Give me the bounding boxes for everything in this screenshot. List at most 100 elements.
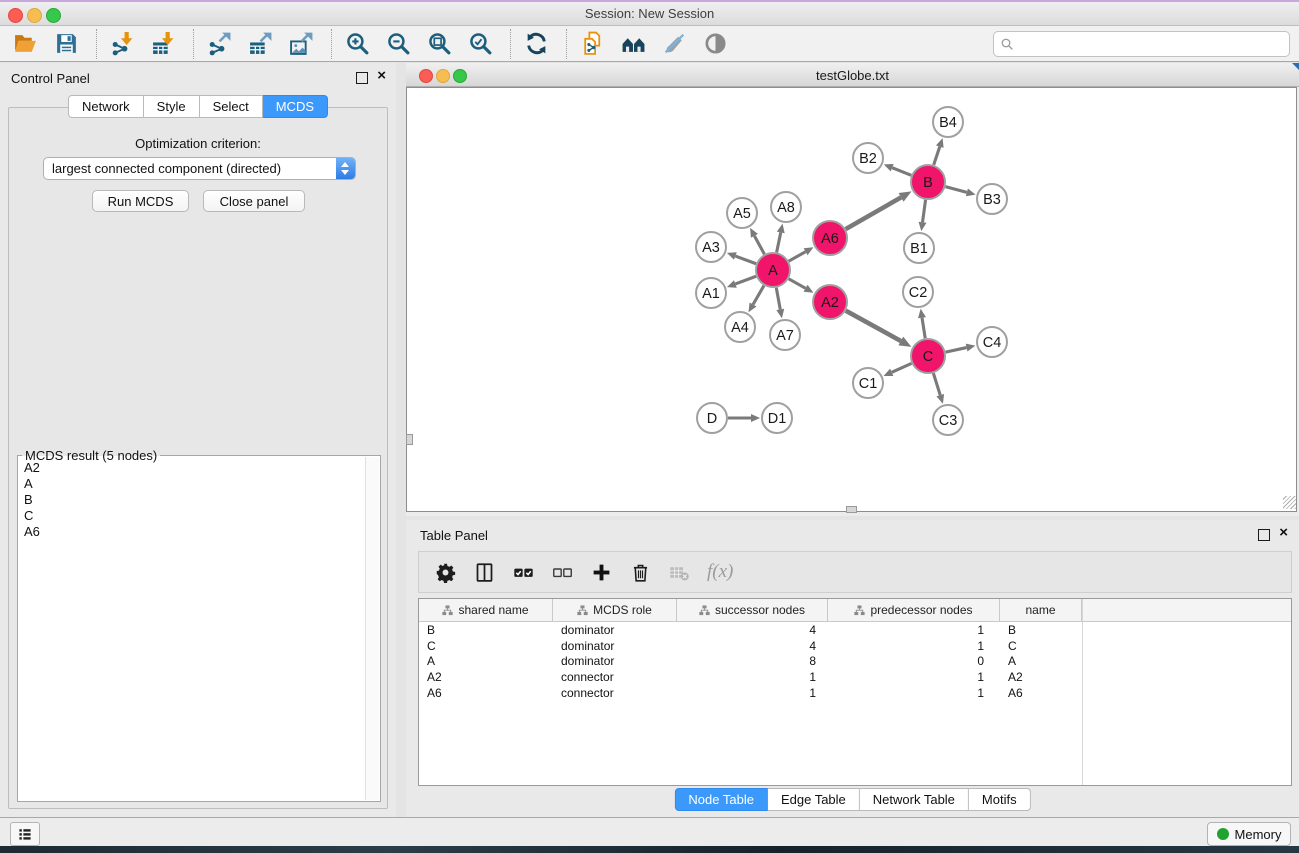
column-header-shared-name[interactable]: shared name [419, 599, 553, 621]
zoom-fit-icon [427, 31, 452, 56]
edge-C-C4[interactable] [946, 348, 967, 353]
network-canvas[interactable]: B4B2BB3A5A8A6A3B1AA1C2A2A4A7C4CC1C3DD1 [406, 87, 1297, 512]
tab-motifs[interactable]: Motifs [969, 788, 1031, 811]
table-panel-title: Table Panel [420, 528, 488, 543]
splitpane-collapse-handle-left[interactable] [406, 434, 413, 445]
mcds-result-item[interactable]: A [20, 476, 364, 492]
network-window-titlebar[interactable]: testGlobe.txt [406, 63, 1299, 87]
zoom-fit-button[interactable] [424, 29, 454, 59]
tab-select[interactable]: Select [200, 95, 263, 118]
edge-C-C2[interactable] [922, 318, 925, 339]
table-row[interactable]: A2connector11A2 [419, 669, 1291, 685]
edge-C-C1[interactable] [892, 363, 912, 372]
deselect-all-checkboxes-button[interactable] [549, 559, 575, 585]
network-graph[interactable]: B4B2BB3A5A8A6A3B1AA1C2A2A4A7C4CC1C3DD1 [407, 88, 1296, 511]
select-all-checkboxes-button[interactable] [510, 559, 536, 585]
gear-icon [435, 562, 456, 583]
function-builder-button[interactable]: f(x) [707, 561, 733, 583]
cell-successor-nodes: 4 [677, 623, 828, 637]
mcds-result-item[interactable]: B [20, 492, 364, 508]
delete-column-button[interactable] [627, 559, 653, 585]
export-image-button[interactable] [286, 29, 316, 59]
float-table-panel-icon[interactable] [1258, 529, 1270, 541]
close-table-panel-icon[interactable]: × [1279, 524, 1288, 542]
table-row[interactable]: Adominator80A [419, 654, 1291, 670]
splitpane-collapse-handle-bottom[interactable] [846, 506, 857, 513]
mcds-result-list: A2ABCA6 [20, 460, 364, 799]
edge-A-A5[interactable] [754, 236, 764, 254]
tab-style[interactable]: Style [144, 95, 200, 118]
edge-A-A6[interactable] [789, 252, 806, 261]
edge-A-A8[interactable] [777, 232, 781, 252]
tab-node-table[interactable]: Node Table [674, 788, 768, 811]
open-folder-button[interactable] [10, 29, 40, 59]
split-columns-button[interactable] [471, 559, 497, 585]
column-header-predecessor-nodes[interactable]: predecessor nodes [828, 599, 1000, 621]
table-row[interactable]: A6connector11A6 [419, 685, 1291, 701]
node-label-D1: D1 [768, 411, 787, 427]
mcds-result-item[interactable]: A2 [20, 460, 364, 476]
import-table-button[interactable] [148, 29, 178, 59]
export-network-button[interactable] [204, 29, 234, 59]
task-history-button[interactable] [10, 822, 40, 846]
edge-B-B1[interactable] [923, 200, 926, 222]
tab-network[interactable]: Network [68, 95, 144, 118]
search-input[interactable] [1015, 34, 1289, 54]
export-table-button[interactable] [245, 29, 275, 59]
tab-edge-table[interactable]: Edge Table [768, 788, 860, 811]
node-label-A8: A8 [777, 200, 795, 216]
eye-button[interactable] [700, 29, 730, 59]
zoom-in-button[interactable] [342, 29, 372, 59]
edge-B-B4[interactable] [934, 147, 940, 165]
column-header-successor-nodes[interactable]: successor nodes [677, 599, 828, 621]
edge-C-C3[interactable] [933, 373, 940, 395]
column-header-MCDS-role[interactable]: MCDS role [553, 599, 677, 621]
table-row[interactable]: Cdominator41C [419, 638, 1291, 654]
run-mcds-button[interactable]: Run MCDS [92, 190, 189, 212]
optimization-criterion-dropdown[interactable]: largest connected component (directed) [43, 157, 356, 180]
eye-icon [703, 31, 728, 56]
close-panel-button[interactable]: Close panel [203, 190, 305, 212]
toolbar-separator [331, 29, 332, 59]
mcds-result-scrollbar[interactable] [365, 457, 379, 800]
save-button[interactable] [51, 29, 81, 59]
delete-table-button[interactable] [666, 559, 692, 585]
duplicate-session-button[interactable] [577, 29, 607, 59]
hide-graphics-details-button[interactable] [659, 29, 689, 59]
close-panel-icon[interactable]: × [377, 67, 386, 85]
cell-predecessor-nodes: 1 [828, 670, 1000, 684]
open-folder-icon [13, 31, 38, 56]
search-box[interactable] [993, 31, 1290, 57]
column-header-name[interactable]: name [1000, 599, 1082, 621]
node-label-A5: A5 [733, 206, 751, 222]
edge-A-A4[interactable] [753, 286, 764, 305]
gear-button[interactable] [432, 559, 458, 585]
memory-button[interactable]: Memory [1207, 822, 1291, 846]
zoom-out-button[interactable] [383, 29, 413, 59]
mcds-result-item[interactable]: C [20, 508, 364, 524]
window-titlebar: Session: New Session [0, 2, 1299, 26]
float-panel-icon[interactable] [356, 72, 368, 84]
mcds-result-item[interactable]: A6 [20, 524, 364, 540]
edge-A-A2[interactable] [789, 279, 806, 288]
import-network-button[interactable] [107, 29, 137, 59]
edge-B-B2[interactable] [892, 168, 911, 176]
edge-A2-C[interactable] [846, 311, 901, 341]
zoom-selected-button[interactable] [465, 29, 495, 59]
table-row[interactable]: Bdominator41B [419, 622, 1291, 638]
edge-A-A7[interactable] [776, 288, 780, 310]
edge-A-A1[interactable] [735, 276, 756, 284]
cell-name: B [1000, 623, 1082, 637]
add-column-button[interactable] [588, 559, 614, 585]
node-label-A4: A4 [731, 320, 749, 336]
edge-A6-B[interactable] [846, 197, 901, 229]
houses-button[interactable] [618, 29, 648, 59]
tab-network-table[interactable]: Network Table [860, 788, 969, 811]
window-resize-grip[interactable] [1283, 496, 1296, 509]
edge-B-B3[interactable] [945, 187, 966, 193]
cell-predecessor-nodes: 0 [828, 654, 1000, 668]
node-label-C2: C2 [909, 285, 928, 301]
tab-mcds[interactable]: MCDS [263, 95, 328, 118]
refresh-button[interactable] [521, 29, 551, 59]
edge-A-A3[interactable] [735, 256, 756, 264]
